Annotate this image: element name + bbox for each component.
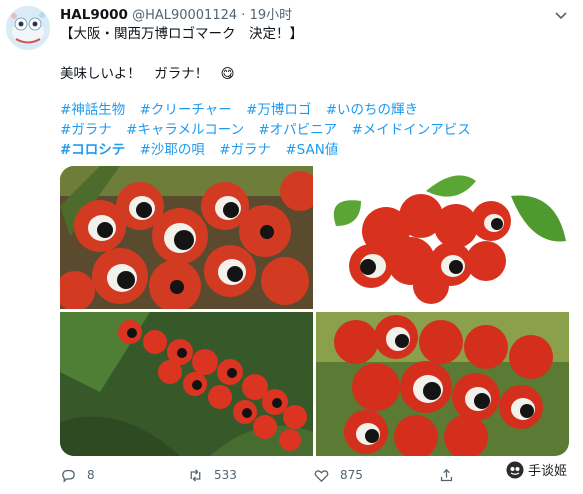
photo-guarana-3[interactable] bbox=[60, 312, 313, 456]
separator-dot: · bbox=[241, 8, 246, 23]
hashtag-row-2: #ガラナ #キャラメルコーン #オパビニア #メイドインアビス bbox=[60, 120, 481, 140]
reply-button[interactable]: 8 bbox=[60, 464, 95, 486]
hashtag-link[interactable]: #神話生物 bbox=[60, 102, 125, 118]
photo-guarana-4[interactable] bbox=[316, 312, 569, 456]
hashtag-row-1: #神話生物 #クリーチャー #万博ロゴ #いのちの輝き bbox=[60, 100, 428, 120]
hashtag-link[interactable]: #万博ロゴ bbox=[246, 102, 311, 118]
share-button[interactable] bbox=[438, 464, 455, 486]
user-handle[interactable]: @HAL90001124 bbox=[132, 8, 237, 23]
hashtag-link[interactable]: #クリーチャー bbox=[140, 102, 232, 118]
retweet-button[interactable]: 533 bbox=[187, 464, 237, 486]
like-button[interactable]: 875 bbox=[313, 464, 363, 486]
tweet-line-2: 美味しいよ！ ガラナ！ 😋 bbox=[60, 64, 235, 84]
reply-icon bbox=[62, 469, 75, 483]
tweet-time[interactable]: 19小时 bbox=[250, 8, 293, 23]
chevron-down-icon[interactable] bbox=[553, 9, 569, 21]
hashtag-link[interactable]: #メイドインアビス bbox=[351, 122, 470, 138]
tweet-actions: 8 533 875 bbox=[60, 464, 569, 486]
watermark-logo-icon bbox=[506, 461, 524, 478]
tweet-line-2-text: 美味しいよ！ ガラナ！ bbox=[60, 66, 209, 82]
share-icon bbox=[440, 468, 453, 481]
photo-guarana-1[interactable] bbox=[60, 166, 313, 309]
heart-icon bbox=[314, 469, 329, 482]
hashtag-link[interactable]: #SAN値 bbox=[285, 142, 338, 158]
tweet-header: HAL9000 @HAL90001124 · 19小时 bbox=[60, 6, 292, 25]
watermark-text: 手谈姬 bbox=[527, 464, 567, 479]
like-count: 875 bbox=[340, 468, 363, 482]
hashtag-link[interactable]: #ガラナ bbox=[219, 142, 271, 158]
watermark: 手谈姬 bbox=[501, 458, 571, 481]
hashtag-link[interactable]: #コロシテ bbox=[60, 142, 125, 158]
avatar-image bbox=[6, 6, 50, 50]
retweet-icon bbox=[190, 468, 201, 482]
display-name[interactable]: HAL9000 bbox=[60, 7, 128, 23]
tweet-headline: 【大阪・関西万博ロゴマーク 決定！】 bbox=[60, 26, 303, 42]
hashtag-link[interactable]: #沙耶の唄 bbox=[140, 142, 205, 158]
yum-emoji: 😋 bbox=[220, 66, 235, 82]
hashtag-link[interactable]: #いのちの輝き bbox=[326, 102, 418, 118]
avatar[interactable] bbox=[6, 6, 50, 50]
media-grid bbox=[60, 166, 569, 456]
retweet-count: 533 bbox=[214, 468, 237, 482]
hashtag-link[interactable]: #ガラナ bbox=[60, 122, 112, 138]
reply-count: 8 bbox=[87, 468, 95, 482]
hashtag-link[interactable]: #キャラメルコーン bbox=[126, 122, 244, 138]
hashtag-link[interactable]: #オパビニア bbox=[258, 122, 337, 138]
hashtag-row-3: #コロシテ #沙耶の唄 #ガラナ #SAN値 bbox=[60, 140, 348, 160]
photo-guarana-2[interactable] bbox=[316, 166, 569, 309]
